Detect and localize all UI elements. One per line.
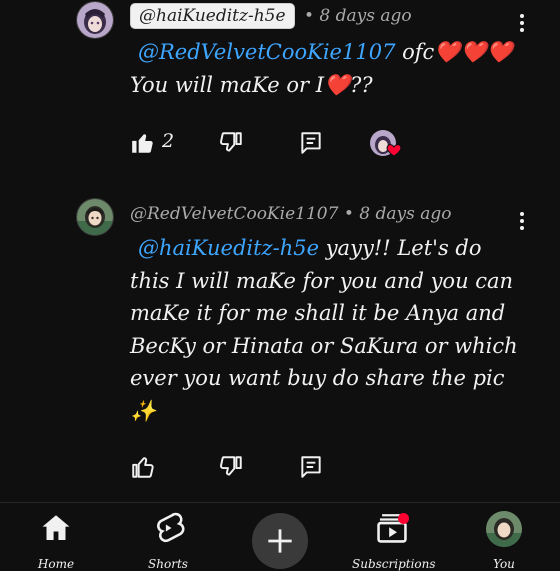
comment-actions: 2: [130, 130, 420, 157]
more-options-icon[interactable]: [514, 12, 530, 34]
nav-item-subscriptions[interactable]: Subscriptions: [352, 511, 436, 571]
meta-separator: •: [303, 6, 314, 26]
nav-label: You: [493, 557, 515, 571]
create-plus-icon: [268, 529, 292, 553]
thumbs-up-icon: [132, 134, 153, 153]
nav-item-home[interactable]: Home: [16, 511, 96, 571]
nav-label: Home: [37, 557, 75, 571]
author-avatar[interactable]: [76, 198, 114, 236]
comment-text: @haiKueditz-h5e yayy!! Let's do this I w…: [130, 232, 522, 427]
heart-icon: [386, 144, 402, 157]
author-handle[interactable]: @haiKueditz-h5e: [130, 3, 295, 29]
shorts-icon: [157, 512, 185, 543]
comment-actions: [130, 454, 330, 480]
dislike-button[interactable]: [218, 130, 244, 160]
like-count: 2: [162, 130, 175, 152]
author-avatar[interactable]: [76, 1, 114, 39]
reply-button[interactable]: [298, 130, 324, 160]
comment-meta: @haiKueditz-h5e • 8 days ago: [130, 3, 412, 29]
comment-meta: @RedVelvetCooKie1107 • 8 days ago: [130, 204, 451, 224]
thumbs-down-icon: [220, 456, 242, 476]
bottom-navigation: Home Shorts Subscriptions You: [0, 503, 560, 571]
reply-button[interactable]: [298, 454, 324, 484]
dislike-button[interactable]: [218, 454, 244, 484]
reply-comment-icon: [301, 132, 321, 154]
comment-text: @RedVelvetCooKie1107 ofc❤️❤️❤️ You will …: [130, 36, 522, 101]
thumbs-up-icon: [132, 457, 154, 478]
mention-link[interactable]: @haiKueditz-h5e: [138, 236, 319, 260]
home-icon: [42, 515, 70, 541]
comment-text-line1: ofc❤️❤️❤️: [402, 40, 513, 64]
nav-label: Shorts: [148, 557, 188, 571]
notification-dot: [398, 513, 409, 524]
reply-comment-icon: [301, 456, 321, 478]
author-handle[interactable]: @RedVelvetCooKie1107: [130, 204, 338, 224]
comment-text-line2: You will maKe or I❤️??: [130, 72, 373, 97]
like-button[interactable]: 2: [130, 130, 174, 160]
comment-time: 8 days ago: [359, 204, 452, 224]
like-button[interactable]: [130, 454, 156, 484]
nav-item-shorts[interactable]: Shorts: [128, 511, 208, 571]
comment-time: 8 days ago: [319, 6, 412, 26]
thumbs-down-icon: [220, 132, 242, 152]
create-button[interactable]: [252, 513, 308, 569]
nav-label: Subscriptions: [352, 557, 436, 571]
mention-link[interactable]: @RedVelvetCooKie1107: [138, 40, 395, 64]
meta-separator: •: [343, 204, 354, 224]
profile-avatar-icon: [486, 511, 522, 547]
nav-item-you[interactable]: You: [464, 511, 544, 571]
more-options-icon[interactable]: [514, 210, 530, 232]
comment-body: yayy!! Let's do this I will maKe for you…: [130, 236, 518, 423]
